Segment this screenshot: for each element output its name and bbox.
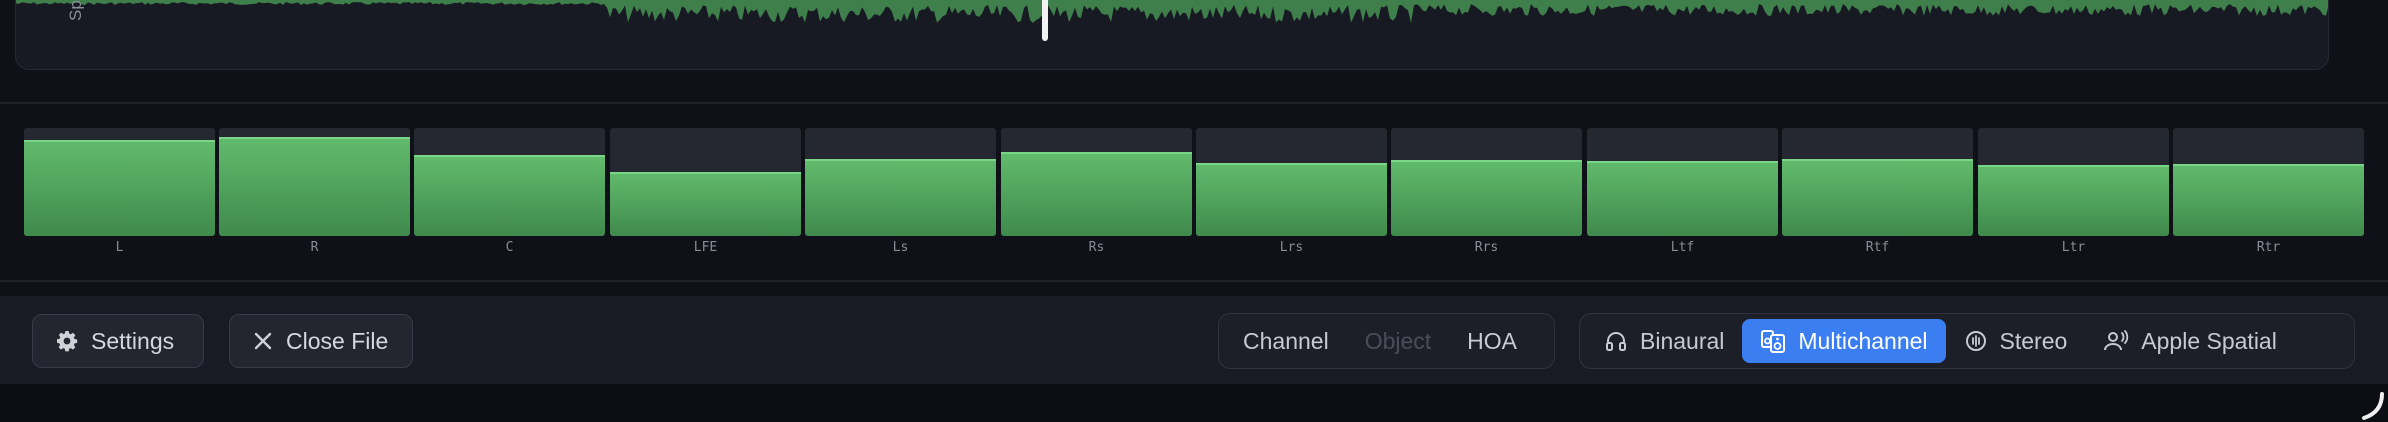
meter-lrs xyxy=(1196,128,1387,236)
section-divider xyxy=(0,280,2388,282)
waveform-axis-label-text: Spa xyxy=(66,0,84,21)
meter-fill xyxy=(1196,162,1387,236)
output-mode-label: Stereo xyxy=(1999,327,2068,354)
gear-icon xyxy=(57,331,78,352)
meter-fill xyxy=(1391,160,1582,236)
meter-ltf xyxy=(1587,128,1778,236)
output-mode-label: Multichannel xyxy=(1798,327,1928,354)
meter-label: Rs xyxy=(1088,240,1105,255)
settings-button-label: Settings xyxy=(91,327,175,354)
source-mode-label: Channel xyxy=(1243,327,1329,354)
meter-label: R xyxy=(310,240,319,255)
meter-ls xyxy=(805,128,996,236)
meter-lfe xyxy=(610,128,801,236)
meter-label: Ltr xyxy=(2061,240,2086,255)
section-divider xyxy=(0,102,2388,104)
output-mode-stereo[interactable]: Stereo xyxy=(1946,319,2086,363)
output-mode-multichannel[interactable]: Multichannel xyxy=(1742,319,1946,363)
source-mode-channel[interactable]: Channel xyxy=(1225,319,1347,363)
resize-grip-icon[interactable] xyxy=(2360,392,2388,422)
stereo-icon xyxy=(1965,331,1986,351)
settings-button[interactable]: Settings xyxy=(32,314,204,368)
source-mode-hoa[interactable]: HOA xyxy=(1449,319,1535,363)
meter-fill xyxy=(610,172,801,236)
meter-label: Lrs xyxy=(1279,240,1304,255)
meter-fill xyxy=(2173,163,2364,236)
playhead-handle[interactable] xyxy=(1042,0,1048,41)
meter-fill xyxy=(219,136,410,236)
meter-rs xyxy=(1001,128,1192,236)
meter-r xyxy=(219,128,410,236)
close-file-button-label: Close File xyxy=(286,327,389,354)
output-mode-apple-spatial[interactable]: Apple Spatial xyxy=(2085,319,2295,363)
meter-rtr xyxy=(2173,128,2364,236)
bottom-strip xyxy=(0,384,2388,422)
source-mode-object: Object xyxy=(1347,319,1449,363)
meter-label: LFE xyxy=(693,240,718,255)
close-icon xyxy=(254,332,272,350)
meter-label: Rtr xyxy=(2256,240,2281,255)
meter-label: L xyxy=(115,240,124,255)
meter-fill xyxy=(1587,161,1778,236)
meter-c xyxy=(414,128,605,236)
headphones-icon xyxy=(1606,332,1626,351)
source-mode-label: Object xyxy=(1364,327,1432,354)
meter-fill xyxy=(414,155,605,236)
source-mode-label: HOA xyxy=(1467,327,1518,354)
meter-fill xyxy=(1978,164,2169,236)
close-file-button[interactable]: Close File xyxy=(229,314,413,368)
meter-rrs xyxy=(1391,128,1582,236)
bottom-toolbar: Settings Close File Channel Object HOA B… xyxy=(0,296,2388,384)
waveform-graphic xyxy=(16,0,2328,23)
output-mode-label: Apple Spatial xyxy=(2141,327,2277,354)
meter-ltr xyxy=(1978,128,2169,236)
meter-l xyxy=(24,128,215,236)
app-window: Spa L R C LFE Ls Rs Lrs Rrs Ltf Rtf Ltr … xyxy=(0,0,2388,422)
meter-fill xyxy=(24,139,215,236)
meter-fill xyxy=(1782,159,1973,236)
output-mode-label: Binaural xyxy=(1640,327,1725,354)
meter-label: Rrs xyxy=(1474,240,1499,255)
meter-rtf xyxy=(1782,128,1973,236)
meter-label: Ls xyxy=(892,240,909,255)
output-mode-selector: Binaural Multichannel Stereo Apple Spati… xyxy=(1579,313,2355,369)
output-mode-binaural[interactable]: Binaural xyxy=(1586,319,1742,363)
speakers-icon xyxy=(1761,330,1786,353)
meter-label: Ltf xyxy=(1670,240,1695,255)
meter-fill xyxy=(1001,151,1192,236)
channel-meters: L R C LFE Ls Rs Lrs Rrs Ltf Rtf Ltr Rtr xyxy=(24,128,2370,260)
spatial-person-icon xyxy=(2104,330,2129,351)
meter-fill xyxy=(805,159,996,236)
meter-label: C xyxy=(505,240,514,255)
waveform-axis-label: Spa xyxy=(64,0,84,21)
waveform-panel[interactable]: Spa xyxy=(15,0,2329,70)
meter-label: Rtf xyxy=(1865,240,1890,255)
source-mode-selector: Channel Object HOA xyxy=(1218,313,1555,369)
